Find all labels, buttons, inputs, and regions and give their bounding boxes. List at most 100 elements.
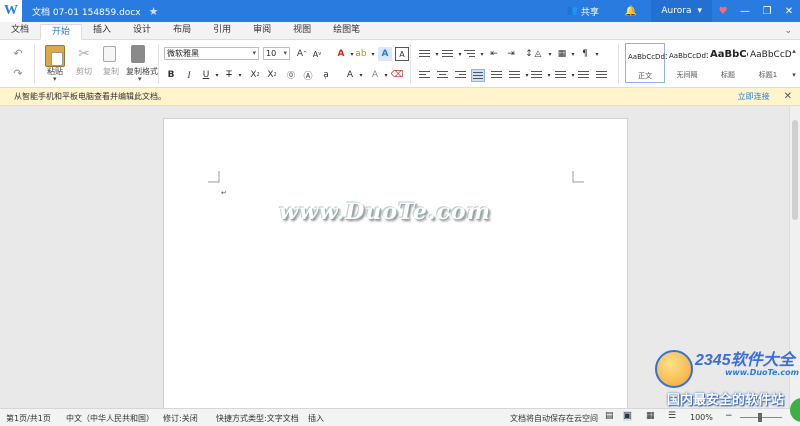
- share-button[interactable]: 👥 共享: [555, 5, 611, 18]
- subscript-icon[interactable]: X2: [248, 68, 262, 82]
- grow-font-icon[interactable]: A ^: [295, 47, 309, 61]
- scissors-icon[interactable]: ✂: [76, 45, 92, 63]
- redo-icon[interactable]: ↷: [10, 66, 26, 80]
- user-menu[interactable]: Aurora ▾: [651, 0, 712, 22]
- justify-icon[interactable]: [471, 69, 485, 82]
- style-title[interactable]: AaBbCc 标题: [708, 43, 753, 83]
- divider: [158, 44, 159, 84]
- zoom-slider-thumb[interactable]: [758, 413, 762, 422]
- font-size-select[interactable]: 10 ▾: [263, 47, 290, 60]
- minimize-button[interactable]: —: [734, 0, 756, 22]
- line-spacing-icon[interactable]: [509, 71, 520, 80]
- print-layout-icon[interactable]: ▤: [605, 411, 614, 421]
- chevron-down-icon[interactable]: ▾: [138, 75, 142, 83]
- notification-text: 从智能手机和平板电脑查看并编辑此文档。: [14, 92, 166, 101]
- tab-layout[interactable]: 布局: [162, 23, 202, 39]
- save-status: 文档将自动保存在云空间: [510, 414, 598, 423]
- italic-icon[interactable]: I: [182, 68, 196, 82]
- numbering-icon[interactable]: [442, 50, 453, 59]
- chevron-down-icon[interactable]: ▾: [354, 68, 368, 82]
- chevron-down-icon: ▾: [252, 49, 256, 57]
- paragraph-mark: ↵: [221, 189, 227, 197]
- chevron-up-icon[interactable]: ▴: [789, 46, 799, 56]
- font-name-select[interactable]: 微软雅黑 ▾: [164, 47, 259, 60]
- chevron-down-icon: ▾: [283, 49, 287, 57]
- tab-view[interactable]: 视图: [282, 23, 322, 39]
- chevron-down-icon[interactable]: ▾: [53, 75, 57, 83]
- indent-options-icon[interactable]: [555, 71, 566, 80]
- tab-document[interactable]: 文档: [0, 23, 40, 39]
- tab-stops-icon[interactable]: [578, 71, 589, 80]
- badge-title: 2345软件大全: [695, 352, 795, 369]
- star-icon[interactable]: ★: [149, 5, 159, 18]
- zoom-level[interactable]: 100%: [690, 413, 713, 422]
- tab-insert[interactable]: 插入: [82, 23, 122, 39]
- copy-icon[interactable]: [103, 46, 116, 62]
- close-icon[interactable]: ✕: [784, 91, 792, 102]
- chevron-down-icon[interactable]: ▾: [590, 47, 604, 61]
- paragraph-spacing-icon[interactable]: [531, 71, 542, 80]
- increase-indent-icon[interactable]: ⇥: [504, 47, 518, 61]
- close-button[interactable]: ✕: [778, 0, 800, 22]
- bold-icon[interactable]: B: [164, 68, 178, 82]
- revision-status[interactable]: 修订:关闭: [163, 413, 198, 424]
- bell-icon[interactable]: 🔔: [611, 6, 651, 17]
- decrease-indent-icon[interactable]: ⇤: [487, 47, 501, 61]
- copy-label: 复制: [103, 67, 119, 76]
- chevron-down-icon: ▾: [697, 6, 702, 16]
- document-page[interactable]: ↵ www.DuoTe.com: [163, 118, 628, 408]
- cut-label: 剪切: [76, 67, 92, 76]
- title-bar: W 文档 07-01 154859.docx ★ 👥 共享 🔔 Aurora ▾…: [0, 0, 800, 22]
- app-logo: W: [0, 0, 22, 22]
- enclose-char-icon[interactable]: Ⓐ: [301, 68, 315, 82]
- pinyin-icon[interactable]: ⓪: [284, 68, 298, 82]
- align-right-icon[interactable]: [455, 71, 466, 80]
- align-center-icon[interactable]: [437, 71, 448, 80]
- scroll-thumb[interactable]: [792, 120, 798, 220]
- outline-view-icon[interactable]: ☰: [668, 411, 676, 421]
- language-status[interactable]: 中文（中华人民共和国）: [66, 413, 154, 424]
- multilevel-list-icon[interactable]: [464, 50, 475, 59]
- heart-icon[interactable]: ♥: [712, 0, 734, 22]
- tab-home[interactable]: 开始: [40, 24, 83, 40]
- tab-references[interactable]: 引用: [202, 23, 242, 39]
- chevron-down-icon[interactable]: ▾: [542, 68, 556, 82]
- page-view-icon[interactable]: ▣: [623, 411, 632, 421]
- zoom-out-icon[interactable]: −: [725, 411, 733, 421]
- columns-icon[interactable]: [596, 71, 607, 80]
- connect-now-link[interactable]: 立即连接: [738, 91, 770, 102]
- status-bar: 第1页/共1页 中文（中华人民共和国） 修订:关闭 快捷方式类型:文字文档 插入…: [0, 408, 800, 426]
- style-normal[interactable]: AaBbCcDd1 正文: [625, 43, 669, 83]
- shrink-font-icon[interactable]: Av: [310, 47, 324, 61]
- restore-button[interactable]: ❐: [756, 0, 778, 22]
- divider: [34, 44, 35, 84]
- align-left-icon[interactable]: [419, 71, 430, 80]
- bullets-icon[interactable]: [419, 50, 430, 59]
- clear-format-icon[interactable]: ⌫: [390, 68, 404, 82]
- notification-bar: 从智能手机和平板电脑查看并编辑此文档。 立即连接 ✕: [0, 88, 800, 106]
- web-view-icon[interactable]: ▦: [646, 411, 655, 421]
- format-painter-icon[interactable]: [131, 45, 145, 63]
- shortcut-type: 快捷方式类型:文字文档: [216, 414, 299, 423]
- phonetic-icon[interactable]: ạ: [319, 68, 333, 82]
- tab-review[interactable]: 审阅: [242, 23, 282, 39]
- chevron-down-icon[interactable]: ▾: [789, 70, 799, 80]
- user-name: Aurora: [661, 6, 692, 16]
- font-size-value: 10: [266, 49, 277, 58]
- tab-design[interactable]: 设计: [122, 23, 162, 39]
- char-border-icon[interactable]: A: [395, 47, 409, 61]
- style-name: 标题1: [758, 71, 778, 79]
- page-count[interactable]: 第1页/共1页: [6, 413, 51, 424]
- superscript-icon[interactable]: X2: [265, 68, 279, 82]
- style-heading1[interactable]: AaBbCcD 标题1: [748, 43, 792, 83]
- insert-mode[interactable]: 插入: [308, 413, 324, 424]
- tab-draw[interactable]: 绘图笔: [322, 23, 371, 39]
- style-no-spacing[interactable]: AaBbCcDd1 无间隔: [667, 43, 710, 83]
- style-name: 标题: [721, 71, 735, 79]
- chevron-down-icon[interactable]: ⌄: [784, 23, 800, 39]
- undo-icon[interactable]: ↶: [10, 46, 26, 60]
- chevron-down-icon[interactable]: ▾: [233, 68, 247, 82]
- distribute-icon[interactable]: [491, 71, 502, 80]
- site-badge: 2345软件大全 www.DuoTe.com 国内最安全的软件站: [655, 346, 800, 408]
- text-effect-icon[interactable]: A: [378, 47, 392, 61]
